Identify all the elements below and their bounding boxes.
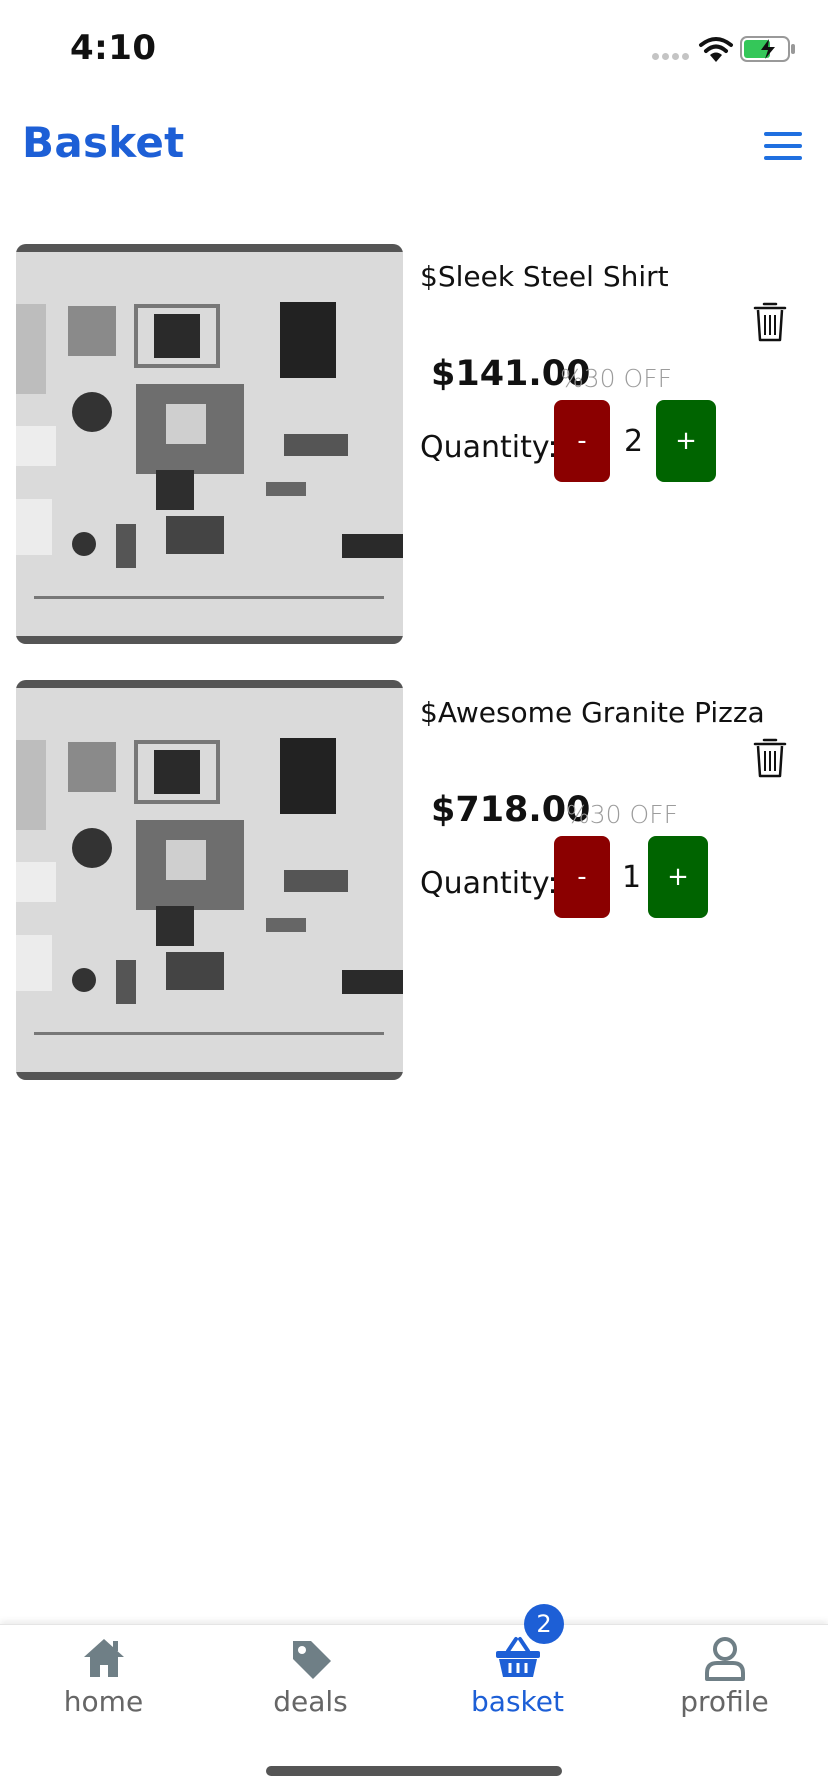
decrease-quantity-button[interactable]: - [554, 836, 610, 918]
wifi-icon [699, 37, 733, 62]
tab-deals[interactable]: deals [207, 1635, 414, 1735]
product-name: $Awesome Granite Pizza [420, 696, 765, 729]
tab-home[interactable]: home [0, 1635, 207, 1735]
product-image[interactable] [16, 680, 403, 1080]
quantity-value: 1 [622, 860, 642, 895]
increase-quantity-button[interactable]: + [656, 400, 716, 482]
cart-item: $Awesome Granite Pizza $718.00 %30 OFF Q… [0, 680, 828, 1082]
basket-count-badge: 2 [524, 1604, 564, 1644]
tag-icon [292, 1641, 331, 1679]
quantity-label: Quantity: [420, 430, 558, 465]
cellular-signal-icon [652, 53, 690, 61]
product-image[interactable] [16, 244, 403, 644]
home-icon [83, 1639, 124, 1677]
tab-basket[interactable]: basket [414, 1635, 621, 1735]
hamburger-menu-icon[interactable] [764, 132, 804, 162]
increase-quantity-button[interactable]: + [648, 836, 708, 918]
cart-item: $Sleek Steel Shirt $141.00 %30 OFF Quant… [0, 244, 828, 646]
page-title: Basket [22, 118, 185, 167]
decrease-quantity-button[interactable]: - [554, 400, 610, 482]
tab-label: home [63, 1685, 144, 1718]
quantity-value: 2 [624, 424, 644, 459]
status-bar: 4:10 [0, 0, 828, 100]
tab-profile[interactable]: profile [621, 1635, 828, 1735]
tab-label: basket [471, 1685, 564, 1718]
status-time: 4:10 [70, 28, 157, 68]
trash-icon[interactable] [752, 300, 788, 342]
quantity-label: Quantity: [420, 866, 558, 901]
home-indicator[interactable] [266, 1766, 562, 1776]
profile-icon [704, 1637, 745, 1681]
trash-icon[interactable] [752, 736, 788, 778]
product-name: $Sleek Steel Shirt [420, 260, 669, 293]
battery-charging-icon [740, 36, 795, 62]
discount-badge: %30 OFF [566, 800, 678, 829]
tab-label: profile [680, 1685, 769, 1718]
discount-badge: %30 OFF [560, 364, 672, 393]
tab-label: deals [273, 1685, 348, 1718]
